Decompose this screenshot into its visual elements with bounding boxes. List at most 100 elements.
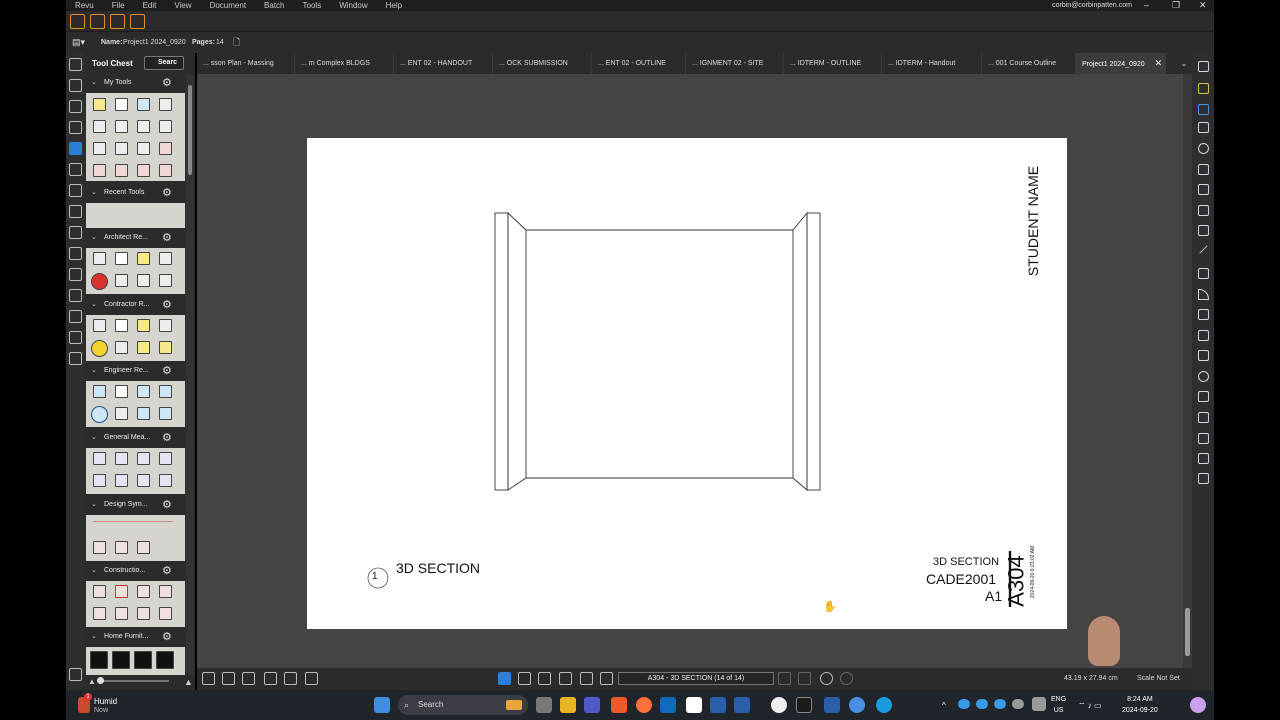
polygon-icon[interactable] xyxy=(115,142,128,155)
language-ime[interactable]: ENG US xyxy=(1051,694,1066,716)
highlighter-icon[interactable] xyxy=(137,252,150,265)
construction-icon[interactable] xyxy=(93,585,106,598)
cloud-icon[interactable] xyxy=(115,341,128,354)
tab-outline[interactable]: ... ENT 02 - OUTLINE xyxy=(592,53,686,74)
pen-tool-icon[interactable] xyxy=(130,14,145,29)
vertical-scrollbar[interactable] xyxy=(1183,74,1192,668)
usb-icon[interactable] xyxy=(1032,697,1046,711)
stamp-icon[interactable] xyxy=(159,142,172,155)
minimize-icon[interactable]: – xyxy=(1144,0,1149,11)
revit-alt-icon[interactable] xyxy=(734,697,750,713)
taskbar-search[interactable]: ⌕ Search xyxy=(398,695,528,715)
document-canvas[interactable]: 1 3D SECTION 3D SECTION CADE2001 A1 A304… xyxy=(197,74,1192,668)
length-icon[interactable] xyxy=(93,452,106,465)
symbol-line-icon[interactable] xyxy=(93,521,173,522)
ellipse-tool-icon[interactable] xyxy=(110,14,125,29)
cloud-icon[interactable] xyxy=(115,274,128,287)
section-header[interactable]: ⌄ Engineer Re... ⚙ xyxy=(85,361,186,381)
firefox-icon[interactable] xyxy=(636,697,652,713)
door-symbol-icon[interactable] xyxy=(93,541,106,554)
crossed-box-icon[interactable] xyxy=(159,585,172,598)
dimension-icon[interactable] xyxy=(159,274,172,287)
cloud-sync-icon[interactable] xyxy=(994,699,1006,709)
perimeter-icon[interactable] xyxy=(159,452,172,465)
file-access-icon[interactable] xyxy=(69,58,82,71)
menu-edit[interactable]: Edit xyxy=(134,0,166,11)
stamp-tool-icon[interactable] xyxy=(1198,184,1209,195)
callout-box-icon[interactable] xyxy=(137,274,150,287)
zoom-slider[interactable]: ▲ ▲ xyxy=(85,675,195,690)
tab-midterm-handout[interactable]: ... IDTERM - Handout xyxy=(882,53,982,74)
first-page-icon[interactable] xyxy=(580,672,593,685)
callout-tool-icon[interactable] xyxy=(1198,164,1209,175)
tab-project1[interactable]: Project1 2024_0920 ✕ xyxy=(1076,53,1166,74)
windows-start-icon[interactable] xyxy=(374,697,390,713)
tool-chest-title[interactable]: Tool Chest xyxy=(92,59,133,68)
tab-course-outline[interactable]: ... 001 Course Outline xyxy=(982,53,1076,74)
text-box-icon[interactable] xyxy=(115,98,128,111)
balloon-icon[interactable] xyxy=(137,120,150,133)
text-box-icon[interactable] xyxy=(115,252,128,265)
onepassword-icon[interactable] xyxy=(771,697,787,713)
menu-help[interactable]: Help xyxy=(377,0,411,11)
brave-icon[interactable] xyxy=(611,697,627,713)
callout-icon[interactable] xyxy=(93,319,106,332)
stamp-s-icon[interactable] xyxy=(115,585,128,598)
select-text-icon[interactable] xyxy=(538,672,551,685)
line-icon[interactable] xyxy=(93,142,106,155)
account-label[interactable]: corbin@corbinpatten.com xyxy=(1052,0,1132,11)
menu-view[interactable]: View xyxy=(165,0,200,11)
scale-status[interactable]: Scale Not Set xyxy=(1137,668,1180,690)
file-explorer-icon[interactable] xyxy=(560,697,576,713)
pen-tool-icon[interactable] xyxy=(1198,104,1209,115)
pan-icon[interactable] xyxy=(498,672,511,685)
tabs-overflow-icon[interactable]: ⌄ xyxy=(1176,53,1192,74)
revit-icon[interactable] xyxy=(710,697,726,713)
tab-midterm-outline[interactable]: ... IDTERM - OUTLINE xyxy=(784,53,882,74)
search-panel-icon[interactable] xyxy=(69,331,82,344)
back-view-icon[interactable] xyxy=(820,672,833,685)
sync-icon[interactable] xyxy=(264,672,277,685)
volume-icon[interactable] xyxy=(159,474,172,487)
gear-icon[interactable]: ⚙ xyxy=(162,298,172,311)
menu-document[interactable]: Document xyxy=(201,0,255,11)
text-tool-icon[interactable] xyxy=(1198,61,1209,72)
select-tool-icon[interactable] xyxy=(70,14,85,29)
ellipse-tool-icon[interactable] xyxy=(1198,371,1209,382)
polygon-tool-icon[interactable] xyxy=(1198,391,1209,402)
measurements-icon[interactable] xyxy=(69,205,82,218)
teams-icon[interactable] xyxy=(584,697,600,713)
bowtie-icon[interactable] xyxy=(93,607,106,620)
snapshot-tool-icon[interactable] xyxy=(1198,225,1209,236)
section-header[interactable]: ⌄ General Mea... ⚙ xyxy=(85,428,186,448)
radius-icon[interactable] xyxy=(159,164,172,177)
zoom-icon[interactable] xyxy=(559,672,572,685)
tab-lesson-plan[interactable]: ... sson Plan - Massing xyxy=(197,53,295,74)
highlighter-icon[interactable] xyxy=(137,385,150,398)
furniture-icon[interactable] xyxy=(112,651,130,669)
section-header[interactable]: ⌄ Architect Re... ⚙ xyxy=(85,228,186,248)
valve-icon[interactable] xyxy=(137,607,150,620)
list-view-icon[interactable] xyxy=(69,668,82,681)
blue-circle-icon[interactable] xyxy=(91,406,108,423)
dimension-icon[interactable] xyxy=(159,385,172,398)
signatures-icon[interactable] xyxy=(69,268,82,281)
revu-icon[interactable] xyxy=(824,697,840,713)
tab-handout[interactable]: ... ENT 02 - HANDOUT xyxy=(394,53,493,74)
last-page-icon[interactable] xyxy=(798,672,811,685)
tool-chest-icon[interactable] xyxy=(69,142,82,155)
yellow-highlight-icon[interactable] xyxy=(91,340,108,357)
forms-icon[interactable] xyxy=(69,226,82,239)
gear-icon[interactable]: ⚙ xyxy=(162,630,172,643)
callout-icon[interactable] xyxy=(93,385,106,398)
section-header[interactable]: ⌄ My Tools ⚙ xyxy=(85,73,186,93)
checkmark-icon[interactable] xyxy=(115,474,128,487)
section-header[interactable]: ⌄ Design Sym... ⚙ xyxy=(85,495,186,515)
crossed-box-icon[interactable] xyxy=(137,585,150,598)
tool-chest-scrollbar[interactable] xyxy=(186,75,194,687)
window-symbol-icon[interactable] xyxy=(115,541,128,554)
tab-site[interactable]: ... IGNMENT 02 - SITE xyxy=(686,53,784,74)
area-tool-icon[interactable] xyxy=(1198,412,1209,423)
arrow-icon[interactable] xyxy=(159,252,172,265)
task-view-icon[interactable] xyxy=(536,697,552,713)
